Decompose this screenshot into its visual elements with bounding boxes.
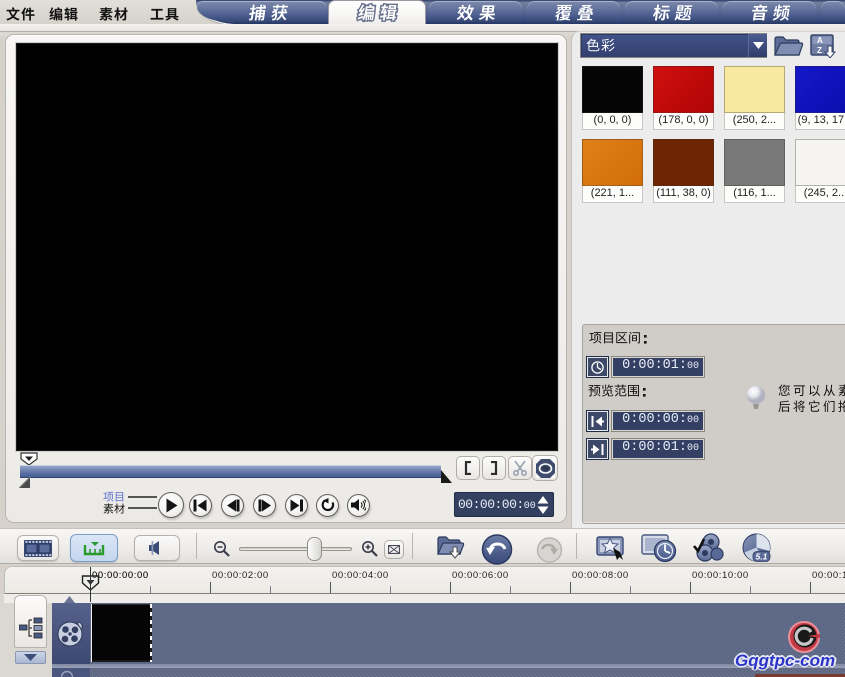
svg-text:Z: Z <box>817 46 822 55</box>
svg-text:5.1: 5.1 <box>756 552 768 562</box>
svg-text:A: A <box>817 36 823 45</box>
